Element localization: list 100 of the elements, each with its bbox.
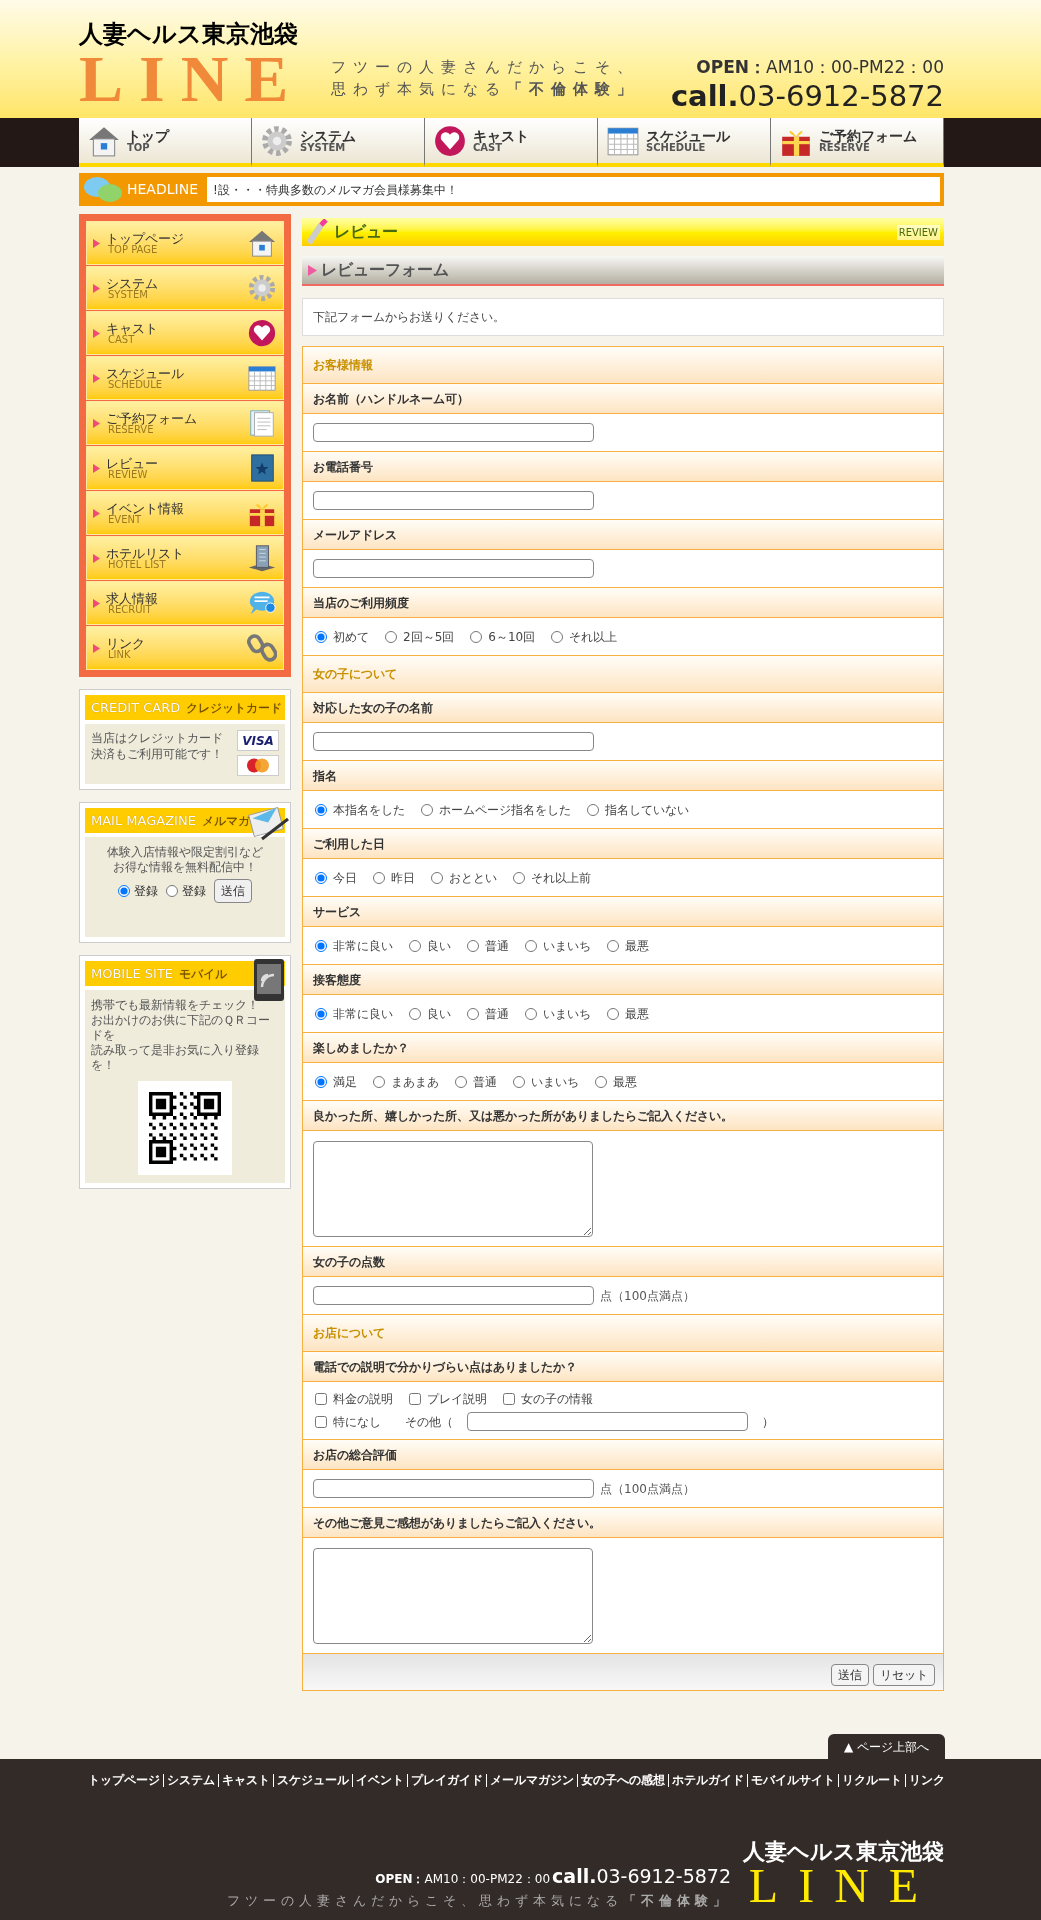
footer-link[interactable]: リクルート (838, 1774, 905, 1787)
radio-button[interactable] (315, 630, 327, 643)
option-label: 女の子の情報 (521, 1391, 593, 1408)
tagline: フツーの人妻さんだからこそ、 (331, 57, 639, 78)
radio-button[interactable] (595, 1075, 607, 1088)
option-label: 普通 (485, 1005, 509, 1023)
speech-bubbles-icon (83, 175, 123, 204)
footer-link[interactable]: スケジュール (273, 1774, 352, 1787)
box-title: CREDIT CARD (91, 698, 181, 717)
option-label: それ以上 (569, 628, 618, 646)
sidebar-menu-item[interactable]: イベント情報 EVENT (86, 491, 284, 535)
text-field[interactable] (313, 1286, 594, 1305)
text-field[interactable] (313, 559, 594, 578)
radio-button[interactable] (467, 1007, 479, 1020)
radio-button[interactable] (409, 1007, 421, 1020)
form-title: レビューフォーム (321, 259, 449, 281)
footer-link[interactable]: ホテルガイド (668, 1774, 747, 1787)
footer-link[interactable]: リンク (905, 1774, 948, 1787)
option-label: 良い (427, 937, 451, 955)
nav-button[interactable]: トップ TOP (79, 118, 252, 167)
option-label: 2回～5回 (403, 628, 455, 646)
form-button[interactable]: リセット (873, 1664, 935, 1686)
radio-button[interactable] (315, 1007, 327, 1020)
field-label: 当店のご利用頻度 (303, 588, 943, 618)
sidebar-menu-item[interactable]: システム SYSTEM (86, 266, 284, 310)
sidebar-menu-item[interactable]: ホテルリスト HOTEL LIST (86, 536, 284, 580)
footer-link[interactable]: 女の子への感想 (577, 1774, 668, 1787)
logo-title: LINE (748, 1862, 939, 1910)
radio-button[interactable] (166, 885, 178, 897)
footer-link[interactable]: システム (163, 1774, 218, 1787)
field-label: その他ご意見ご感想がありましたらご記入ください。 (303, 1508, 943, 1538)
form-button[interactable]: 送信 (831, 1664, 869, 1686)
radio-button[interactable] (470, 630, 483, 643)
page-title: レビュー (334, 221, 398, 243)
section-heading: お店について (303, 1315, 943, 1352)
sidebar-menu-item[interactable]: トップページ TOP PAGE (86, 221, 284, 265)
text-area[interactable] (313, 1140, 593, 1237)
radio-button[interactable] (409, 939, 421, 952)
radio-button[interactable] (607, 1007, 619, 1020)
triangle-icon (93, 238, 100, 248)
nav-button[interactable]: キャスト CAST (425, 118, 598, 167)
sidebar-menu-item[interactable]: レビュー REVIEW (86, 446, 284, 490)
nav-button[interactable]: システム SYSTEM (252, 118, 425, 167)
radio-button[interactable] (513, 871, 525, 884)
radio-button[interactable] (315, 803, 327, 816)
checkbox[interactable] (503, 1393, 515, 1405)
field-label: 良かった所、嬉しかった所、又は悪かった所がありましたらご記入ください。 (303, 1101, 943, 1131)
radio-button[interactable] (525, 1007, 537, 1020)
radio-button[interactable] (431, 871, 443, 884)
text-area[interactable] (313, 1547, 593, 1644)
radio-button[interactable] (421, 803, 433, 816)
option-label: ホームページ指名をした (439, 801, 571, 819)
phone-number: call.03-6912-5872 (552, 1864, 731, 1889)
text-field[interactable] (313, 1479, 594, 1498)
page-title-sub: REVIEW (896, 224, 940, 240)
radio-button[interactable] (455, 1075, 467, 1088)
nav-button[interactable]: ご予約フォーム RESERVE (771, 118, 944, 167)
radio-button[interactable] (525, 939, 537, 952)
field-label: 電話での説明で分かりづらい点はありましたか？ (303, 1352, 943, 1382)
radio-button[interactable] (551, 630, 564, 643)
text-field[interactable] (313, 491, 594, 510)
radio-button[interactable] (118, 885, 130, 897)
radio-button[interactable] (315, 871, 327, 884)
back-to-top-tab[interactable]: ▲ ページ上部へ (827, 1734, 945, 1759)
nav-button[interactable]: スケジュール SCHEDULE (598, 118, 771, 167)
sidebar-menu-item[interactable]: キャスト CAST (86, 311, 284, 355)
checkbox[interactable] (315, 1393, 327, 1405)
radio-button[interactable] (467, 939, 479, 952)
footer-link[interactable]: イベント (352, 1774, 407, 1787)
radio-button[interactable] (587, 803, 599, 816)
radio-button[interactable] (315, 1075, 327, 1088)
footer-link[interactable]: モバイルサイト (747, 1774, 838, 1787)
checkbox[interactable] (315, 1415, 327, 1428)
radio-button[interactable] (513, 1075, 525, 1088)
sidebar-menu-item[interactable]: スケジュール SCHEDULE (86, 356, 284, 400)
radio-button[interactable] (385, 630, 397, 643)
radio-button[interactable] (373, 1075, 385, 1088)
footer-link[interactable]: プレイガイド (407, 1774, 486, 1787)
send-button[interactable]: 送信 (214, 879, 252, 903)
sidebar-menu-item[interactable]: 求人情報 RECRUIT (86, 581, 284, 625)
logo-subtitle: 人妻ヘルス東京池袋 (743, 1840, 944, 1862)
checkbox[interactable] (409, 1393, 421, 1405)
radio-button[interactable] (607, 939, 619, 952)
radio-button[interactable] (373, 871, 385, 884)
field-label: サービス (303, 897, 943, 927)
footer-link[interactable]: メールマガジン (486, 1774, 577, 1787)
field-label: お電話番号 (303, 452, 943, 482)
option-label: 登録 (182, 883, 206, 900)
score-suffix: 点（100点満点） (600, 1287, 695, 1305)
text-field[interactable] (313, 423, 594, 442)
footer-link[interactable]: トップページ (85, 1774, 163, 1787)
text-field[interactable] (467, 1412, 748, 1431)
option-label: いまいち (531, 1073, 579, 1091)
radio-button[interactable] (315, 939, 327, 952)
triangle-icon (93, 283, 100, 293)
footer-link[interactable]: キャスト (218, 1774, 273, 1787)
sidebar-menu-item[interactable]: リンク LINK (86, 626, 284, 670)
box-title: MAIL MAGAZINE (91, 811, 196, 830)
sidebar-menu-item[interactable]: ご予約フォーム RESERVE (86, 401, 284, 445)
text-field[interactable] (313, 732, 594, 751)
